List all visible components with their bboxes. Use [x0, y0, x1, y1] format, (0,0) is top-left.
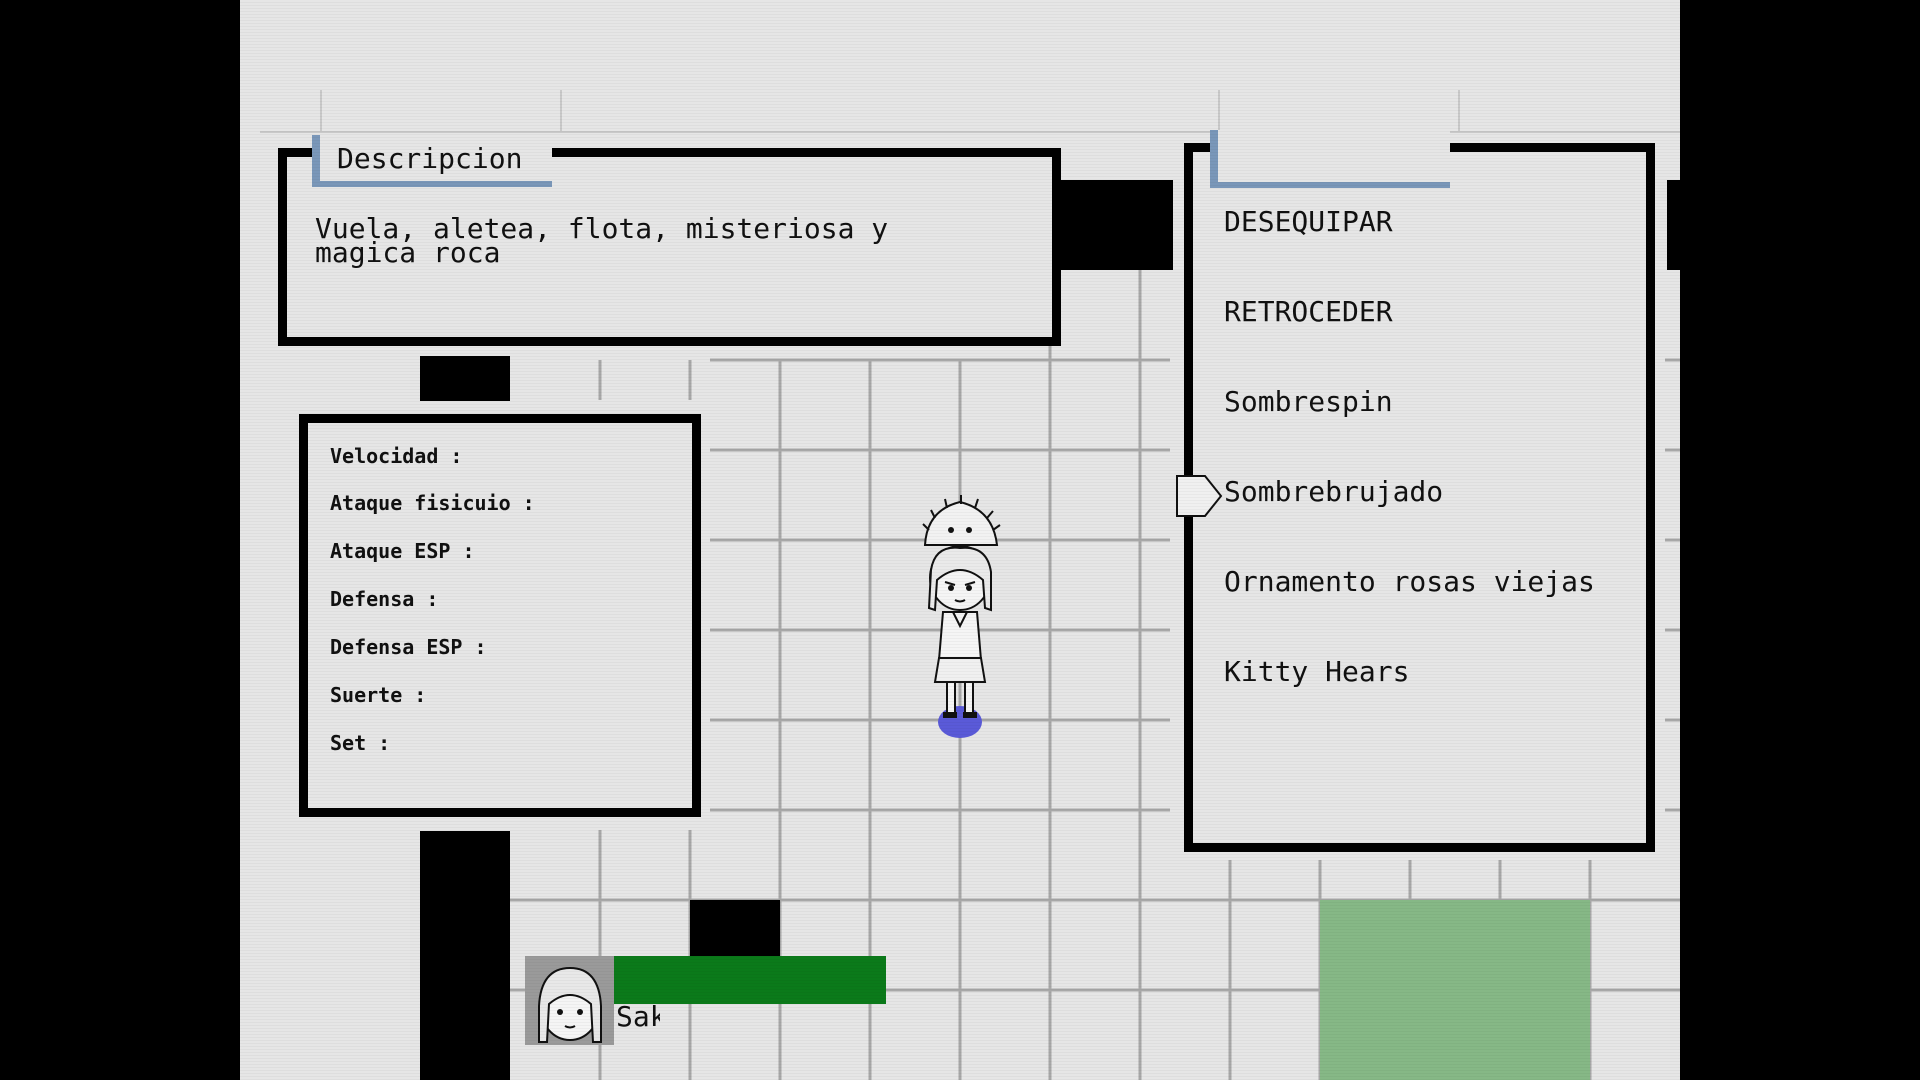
- goal-tiles: [1320, 900, 1590, 1080]
- stat-label: Defensa :: [330, 587, 439, 611]
- hat-creature: [923, 500, 999, 546]
- wall-block: [1667, 180, 1680, 270]
- selection-cursor-icon: [1176, 475, 1223, 517]
- equip-menu-item[interactable]: DESEQUIPAR: [1224, 205, 1393, 238]
- stat-label: Suerte :: [330, 683, 427, 707]
- description-title: Descripcion: [337, 142, 523, 175]
- stat-label: Set :: [330, 731, 391, 755]
- character-name: Sakura: [616, 1000, 660, 1033]
- stat-label: Defensa ESP :: [330, 635, 487, 659]
- equip-menu-item[interactable]: Sombrebrujado: [1224, 475, 1443, 508]
- stat-label: Ataque ESP :: [330, 539, 475, 563]
- character-portrait: [525, 956, 614, 1045]
- player-character: [922, 495, 1001, 738]
- stats-panel: [299, 414, 701, 817]
- item-description: Vuela, aletea, flota, misteriosa y magic…: [315, 212, 889, 269]
- equip-menu-tab: [1210, 130, 1450, 188]
- hp-bar: [614, 956, 886, 1004]
- equip-menu-item[interactable]: Sombrespin: [1224, 385, 1393, 418]
- wall-block: [420, 356, 510, 401]
- equip-menu-item[interactable]: RETROCEDER: [1224, 295, 1393, 328]
- avatar-icon: [525, 956, 614, 1045]
- player-position-marker: [938, 706, 982, 738]
- stat-label: Ataque fisicuio :: [330, 491, 535, 515]
- wall-block: [420, 831, 510, 1080]
- stat-label: Velocidad :: [330, 444, 463, 468]
- equip-menu-item[interactable]: Kitty Hears: [1224, 655, 1409, 688]
- equip-menu-item[interactable]: Ornamento rosas viejas: [1224, 565, 1595, 598]
- game-screen: Descripcion Vuela, aletea, flota, mister…: [240, 0, 1680, 1080]
